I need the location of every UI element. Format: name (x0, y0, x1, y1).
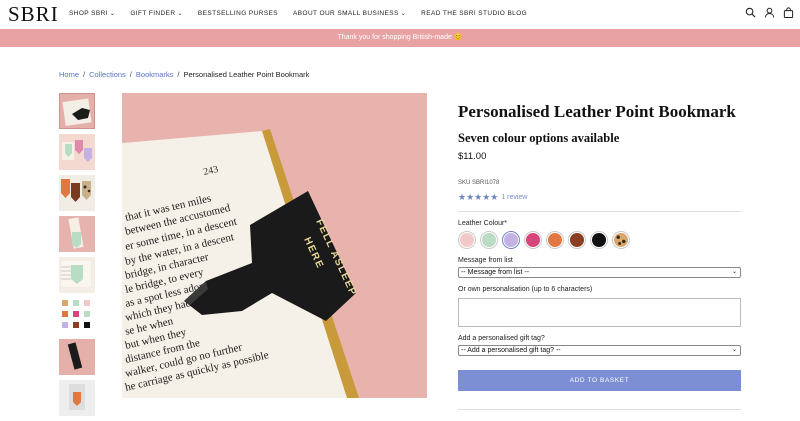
swatch-fill (482, 233, 496, 247)
chevron-down-icon: ⌄ (177, 11, 183, 17)
breadcrumb-separator: / (83, 70, 86, 79)
breadcrumb: Home / Collections / Bookmarks / Personalised … (59, 70, 309, 79)
breadcrumb-collections[interactable]: Collections (89, 70, 126, 79)
product-info: Personalised Leather Point Bookmark Seve… (458, 102, 741, 356)
nav-about[interactable]: ABOUT OUR SMALL BUSINESS ⌄ (293, 10, 406, 17)
product-subtitle: Seven colour options available (458, 131, 620, 145)
colour-swatch[interactable] (612, 231, 630, 249)
colour-swatch[interactable] (568, 231, 586, 249)
thumbnail-3[interactable] (59, 175, 95, 211)
thumbnail-1[interactable] (59, 93, 95, 129)
nav-label: GIFT FINDER (130, 10, 176, 17)
colour-swatch[interactable] (590, 231, 608, 249)
bag-icon[interactable] (783, 7, 794, 18)
add-to-basket-button[interactable]: ADD TO BASKET (458, 370, 741, 391)
colour-swatches (458, 231, 741, 249)
swatch-fill (460, 233, 474, 247)
swatch-fill (570, 233, 584, 247)
product-sku: SKU SBRI1078 (458, 180, 500, 186)
own-personalisation-label: Or own personalisation (up to 6 characte… (458, 286, 593, 293)
colour-swatch[interactable] (480, 231, 498, 249)
swatch-fill (614, 233, 628, 247)
thumbnail-gallery (59, 93, 95, 421)
select-value: -- Add a personalised gift tag? -- (461, 347, 561, 354)
site-logo[interactable]: SBRI (8, 2, 59, 27)
announcement-banner: Thank you for shopping British-made 😊 (0, 29, 800, 47)
breadcrumb-separator: / (129, 70, 132, 79)
leather-colour-label: Leather Colour* (458, 220, 508, 227)
swatch-fill (592, 233, 606, 247)
review-count-link[interactable]: 1 review (501, 194, 527, 201)
gift-tag-label: Add a personalised gift tag? (458, 335, 545, 342)
select-value: -- Message from list -- (461, 269, 530, 276)
own-personalisation-input[interactable] (458, 298, 741, 327)
product-title: Personalised Leather Point Bookmark (458, 102, 736, 121)
breadcrumb-separator: / (177, 70, 180, 79)
thumbnail-4[interactable] (59, 216, 95, 252)
chevron-down-icon: ⌄ (731, 269, 737, 275)
thumbnail-2[interactable] (59, 134, 95, 170)
breadcrumb-current: Personalised Leather Point Bookmark (183, 70, 310, 79)
nav-label: ABOUT OUR SMALL BUSINESS (293, 10, 399, 17)
star-rating-icon: ★★★★★ (458, 192, 499, 202)
colour-swatch[interactable] (546, 231, 564, 249)
colour-swatch[interactable] (502, 231, 520, 249)
account-icon[interactable] (764, 7, 775, 18)
main-nav: SHOP SBRI ⌄ GIFT FINDER ⌄ BESTSELLING PURS… (69, 10, 542, 17)
chevron-down-icon: ⌄ (731, 347, 737, 353)
nav-label: BESTSELLING PURSES (197, 10, 279, 17)
nav-label: SHOP SBRI (69, 10, 108, 17)
thumbnail-7[interactable] (59, 339, 95, 375)
product-price: $11.00 (458, 151, 487, 162)
message-from-list-select[interactable]: -- Message from list -- ⌄ (458, 267, 741, 278)
breadcrumb-bookmarks[interactable]: Bookmarks (136, 70, 174, 79)
gift-tag-select[interactable]: -- Add a personalised gift tag? -- ⌄ (458, 345, 741, 356)
colour-swatch[interactable] (458, 231, 476, 249)
product-rating[interactable]: ★★★★★ 1 review (458, 192, 741, 203)
breadcrumb-home[interactable]: Home (59, 70, 79, 79)
thumbnail-5[interactable] (59, 257, 95, 293)
chevron-down-icon: ⌄ (400, 11, 407, 17)
swatch-fill (548, 233, 562, 247)
search-icon[interactable] (745, 7, 756, 18)
nav-gift-finder[interactable]: GIFT FINDER ⌄ (130, 10, 183, 17)
nav-bestselling-purses[interactable]: BESTSELLING PURSES (198, 10, 278, 17)
thumbnail-8[interactable] (59, 380, 95, 416)
colour-swatch[interactable] (524, 231, 542, 249)
thumbnail-6[interactable] (59, 298, 95, 334)
swatch-fill (504, 233, 518, 247)
swatch-fill (526, 233, 540, 247)
divider (458, 211, 741, 212)
message-from-list-label: Message from list (458, 257, 513, 264)
product-main-image[interactable]: 243 that it was ten miles between the ac… (122, 93, 427, 398)
divider (458, 409, 741, 410)
site-header: SBRI SHOP SBRI ⌄ GIFT FINDER ⌄ BESTSELLING… (0, 0, 800, 28)
nav-label: READ THE SBRI STUDIO BLOG (421, 10, 528, 17)
chevron-down-icon: ⌄ (109, 11, 116, 17)
nav-shop-sbri[interactable]: SHOP SBRI ⌄ (69, 10, 115, 17)
header-icons (745, 7, 794, 18)
nav-blog[interactable]: READ THE SBRI STUDIO BLOG (421, 10, 527, 17)
